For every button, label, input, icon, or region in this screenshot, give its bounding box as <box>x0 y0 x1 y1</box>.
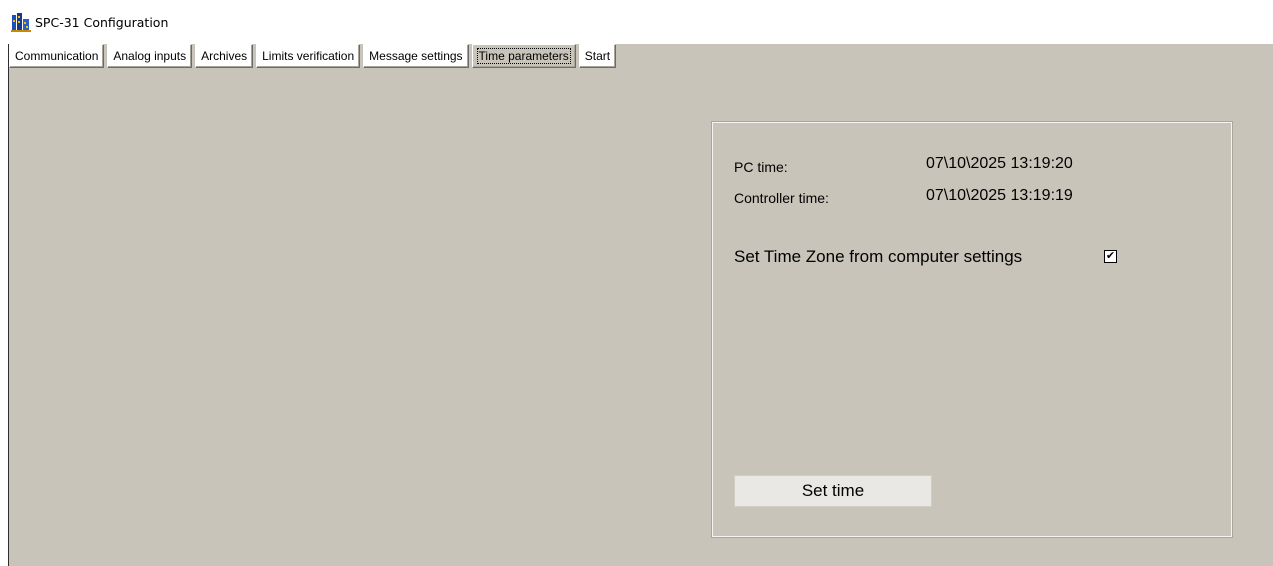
tab-analog-inputs[interactable]: Analog inputs <box>107 44 193 68</box>
tab-label: Limits verification <box>262 49 355 63</box>
pc-time-value: 07\10\2025 13:19:20 <box>926 155 1073 172</box>
tab-label: Communication <box>15 49 99 63</box>
pc-time-label: PC time: <box>734 159 788 175</box>
set-time-button[interactable]: Set time <box>734 475 932 507</box>
timezone-checkbox[interactable]: ✔ <box>1104 250 1117 263</box>
app-building-icon <box>11 13 31 32</box>
tab-label: Time parameters <box>476 48 571 64</box>
tab-communication[interactable]: Communication <box>9 44 105 68</box>
tab-label: Archives <box>201 49 248 63</box>
time-parameters-panel: PC time: 07\10\2025 13:19:20 Controller … <box>711 121 1233 538</box>
controller-time-label: Controller time: <box>734 190 829 206</box>
controller-time-value: 07\10\2025 13:19:19 <box>926 187 1073 204</box>
tab-message-settings[interactable]: Message settings <box>363 44 469 68</box>
tab-label: Analog inputs <box>113 49 187 63</box>
timezone-label: Set Time Zone from computer settings <box>734 247 1023 266</box>
tab-label: Message settings <box>369 49 463 63</box>
tab-limits-verification[interactable]: Limits verification <box>256 44 361 68</box>
config-window: Communication Analog inputs Archives Lim… <box>8 44 1273 566</box>
tab-archives[interactable]: Archives <box>195 44 254 68</box>
tab-start[interactable]: Start <box>578 44 617 68</box>
tab-bar: Communication Analog inputs Archives Lim… <box>9 44 619 70</box>
window-title: SPC-31 Configuration <box>35 15 169 30</box>
title-bar: SPC-31 Configuration <box>0 0 1273 44</box>
tab-time-parameters[interactable]: Time parameters <box>471 44 576 68</box>
tab-label: Start <box>584 49 611 63</box>
check-mark-icon: ✔ <box>1105 250 1116 262</box>
